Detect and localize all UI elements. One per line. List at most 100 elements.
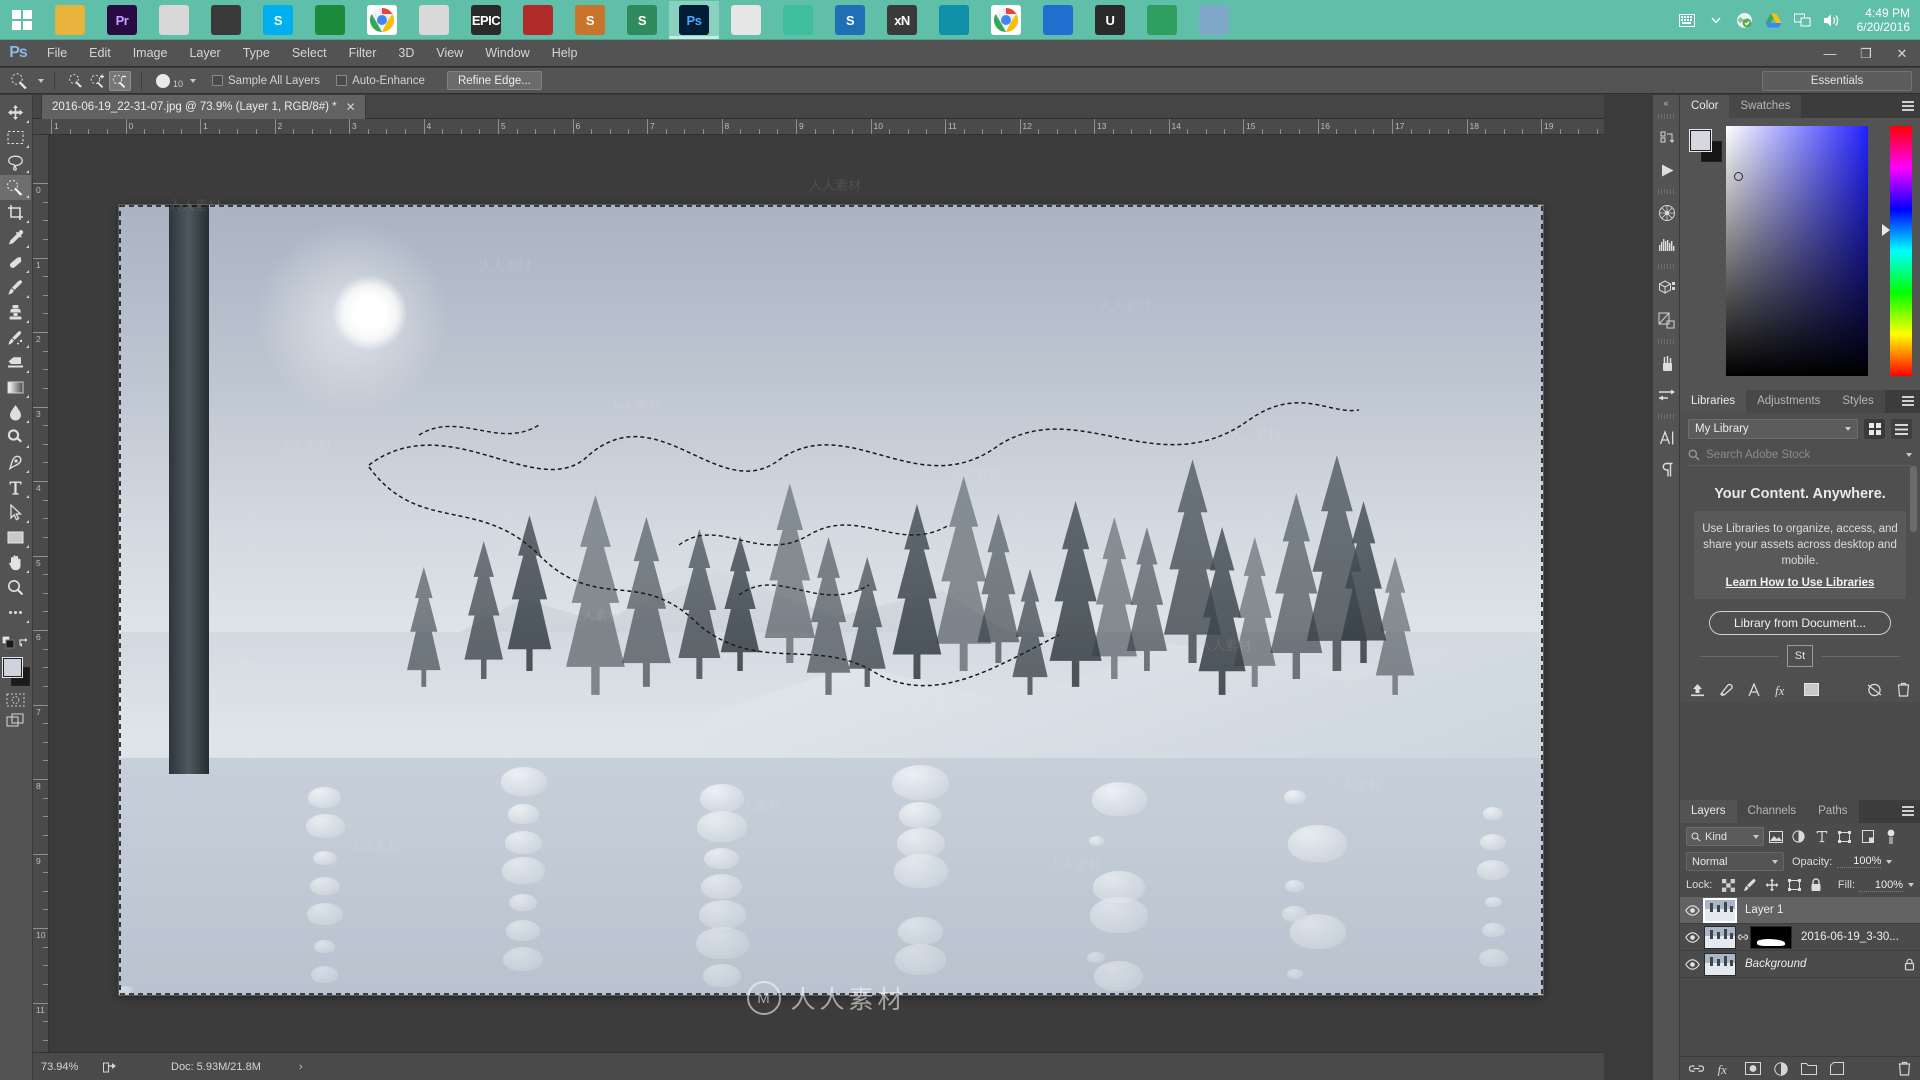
taskbar-app-app-blue-s[interactable]: S — [825, 1, 875, 39]
lock-transparent-pixels-icon[interactable] — [1717, 876, 1739, 894]
navigator-icon[interactable] — [1653, 197, 1681, 229]
gradient-tool[interactable] — [0, 375, 31, 400]
filter-smart-object-icon[interactable] — [1856, 827, 1879, 846]
taskbar-app-app-substance-2[interactable]: S — [617, 1, 667, 39]
taskbar-app-photoshop[interactable]: Ps — [669, 1, 719, 39]
character-icon[interactable] — [1653, 422, 1681, 454]
layer-filter-kind-select[interactable]: Kind — [1686, 827, 1764, 846]
menu-view[interactable]: View — [425, 40, 474, 67]
maximize-button[interactable]: ❐ — [1848, 40, 1884, 67]
lasso-tool[interactable] — [0, 150, 31, 175]
tab-paths[interactable]: Paths — [1807, 800, 1859, 823]
paragraph-icon[interactable] — [1653, 454, 1681, 486]
tab-layers[interactable]: Layers — [1680, 800, 1737, 823]
rail-grip[interactable] — [1658, 189, 1674, 194]
brush-settings-icon[interactable] — [1653, 379, 1681, 411]
learn-libraries-link[interactable]: Learn How to Use Libraries — [1726, 577, 1875, 589]
blend-mode-select[interactable]: Normal — [1686, 852, 1784, 871]
sync-icon[interactable] — [1866, 683, 1883, 697]
edit-toolbar-tool[interactable] — [0, 600, 31, 625]
auto-enhance-checkbox[interactable]: Auto-Enhance — [336, 75, 425, 87]
brush-chevron-icon[interactable] — [190, 78, 197, 83]
color-field[interactable] — [1726, 126, 1868, 376]
hue-slider-handle[interactable] — [1882, 224, 1890, 236]
menu-edit[interactable]: Edit — [78, 40, 122, 67]
link-layers-icon[interactable] — [1689, 1062, 1704, 1075]
refine-edge-button[interactable]: Refine Edge... — [446, 71, 542, 90]
taskbar-app-app-chart[interactable] — [409, 1, 459, 39]
play-action-icon[interactable] — [1653, 154, 1681, 186]
color-theme-icon[interactable] — [1719, 683, 1734, 697]
lock-position-icon[interactable] — [1761, 876, 1783, 894]
layer-row[interactable]: 2016-06-19_3-30... — [1680, 924, 1920, 951]
keyboard-icon[interactable] — [1677, 10, 1697, 30]
tool-preset-chevron-icon[interactable] — [38, 78, 44, 83]
lock-image-pixels-icon[interactable] — [1739, 876, 1761, 894]
panel-menu-icon[interactable] — [1902, 806, 1914, 817]
add-layer-mask-icon[interactable] — [1745, 1062, 1761, 1075]
3d-icon[interactable] — [1653, 272, 1681, 304]
filter-toggle-icon[interactable] — [1879, 827, 1902, 846]
quick-selection-tool[interactable] — [0, 175, 31, 200]
tab-libraries[interactable]: Libraries — [1680, 390, 1747, 413]
close-tab-icon[interactable]: ✕ — [346, 100, 356, 114]
eyedropper-tool[interactable] — [0, 225, 31, 250]
dropbox-icon[interactable] — [1735, 10, 1755, 30]
add-layer-style-icon[interactable]: fx — [1717, 1062, 1732, 1076]
taskbar-app-app-red[interactable] — [513, 1, 563, 39]
grid-view-icon[interactable] — [1864, 419, 1885, 439]
brush-presets-icon[interactable] — [1653, 347, 1681, 379]
rail-grip[interactable] — [1658, 114, 1674, 119]
tab-color[interactable]: Color — [1680, 95, 1730, 118]
libraries-scrollbar[interactable] — [1910, 462, 1917, 658]
color-swatch-icon[interactable] — [1804, 683, 1819, 696]
new-selection-button[interactable] — [65, 71, 87, 91]
new-layer-icon[interactable] — [1830, 1062, 1844, 1075]
workspace-switcher[interactable]: Essentials — [1762, 71, 1912, 91]
move-tool[interactable] — [0, 100, 31, 125]
library-select[interactable]: My Library — [1688, 419, 1858, 439]
hue-strip[interactable] — [1890, 126, 1912, 376]
menu-window[interactable]: Window — [474, 40, 540, 67]
opacity-control[interactable]: Opacity: 100% — [1792, 855, 1893, 868]
layer-row[interactable]: Layer 1 — [1680, 897, 1920, 924]
menu-type[interactable]: Type — [232, 40, 281, 67]
spot-healing-brush-tool[interactable] — [0, 250, 31, 275]
taskbar-app-app-substance-1[interactable]: S — [565, 1, 615, 39]
path-selection-tool[interactable] — [0, 500, 31, 525]
layer-visibility-icon[interactable] — [1680, 904, 1704, 916]
panel-menu-icon[interactable] — [1902, 101, 1914, 112]
document-tab[interactable]: 2016-06-19_22-31-07.jpg @ 73.9% (Layer 1… — [41, 95, 366, 119]
network-icon[interactable] — [1793, 10, 1813, 30]
rectangle-tool[interactable] — [0, 525, 31, 550]
list-view-icon[interactable] — [1891, 419, 1912, 439]
layer-thumbnail[interactable] — [1704, 952, 1736, 976]
canvas-area[interactable]: M 人人素材 人人素材人人素材人人素材人人素材人人素材人人素材人人素材人人素材人… — [49, 135, 1604, 1052]
zoom-tool[interactable] — [0, 575, 31, 600]
close-button[interactable]: ✕ — [1884, 40, 1920, 67]
tab-adjustments[interactable]: Adjustments — [1746, 390, 1832, 413]
menu-select[interactable]: Select — [281, 40, 338, 67]
layer-thumbnail[interactable] — [1703, 897, 1737, 923]
menu-help[interactable]: Help — [541, 40, 589, 67]
taskbar-app-unreal-engine[interactable]: U — [1085, 1, 1135, 39]
tab-styles[interactable]: Styles — [1831, 390, 1885, 413]
taskbar-app-file-explorer[interactable] — [45, 1, 95, 39]
layer-thumbnail[interactable] — [1704, 925, 1736, 949]
menu-file[interactable]: File — [36, 40, 78, 67]
rail-grip[interactable] — [1658, 339, 1674, 344]
quick-selection-tool-icon[interactable] — [6, 70, 34, 92]
delete-layer-icon[interactable] — [1898, 1061, 1911, 1076]
status-expand-icon[interactable]: › — [261, 1061, 303, 1073]
chevron-down-icon[interactable] — [1886, 859, 1893, 864]
taskbar-app-app-quotes[interactable] — [1137, 1, 1187, 39]
taskbar-app-skype[interactable]: S — [253, 1, 303, 39]
volume-icon[interactable] — [1822, 10, 1842, 30]
taskbar-app-app-image[interactable] — [1189, 1, 1239, 39]
menu-3d[interactable]: 3D — [387, 40, 425, 67]
taskbar-app-app-diamond[interactable] — [1033, 1, 1083, 39]
taskbar-app-app-disc[interactable] — [201, 1, 251, 39]
taskbar-app-chrome-2[interactable] — [981, 1, 1031, 39]
rectangular-marquee-tool[interactable] — [0, 125, 31, 150]
add-to-selection-button[interactable] — [87, 71, 109, 91]
